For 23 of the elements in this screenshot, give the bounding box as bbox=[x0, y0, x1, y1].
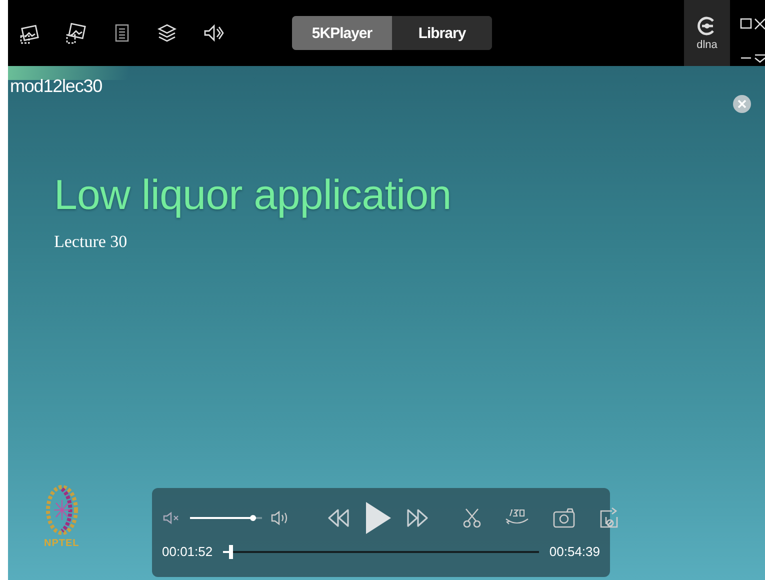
maximize-icon[interactable] bbox=[740, 18, 752, 30]
layers-icon[interactable] bbox=[156, 22, 178, 44]
slide-heading: Low liquor application bbox=[54, 172, 452, 218]
speaker-icon[interactable] bbox=[202, 22, 224, 44]
play-icon[interactable] bbox=[364, 501, 392, 535]
speed-icon[interactable] bbox=[598, 507, 620, 529]
rewind-icon[interactable] bbox=[326, 507, 352, 529]
elapsed-time: 00:01:52 bbox=[162, 544, 213, 559]
wheel-logo-icon bbox=[44, 484, 79, 536]
slide-subheading: Lecture 30 bbox=[54, 232, 128, 252]
close-icon[interactable] bbox=[754, 18, 765, 30]
duration-time: 00:54:39 bbox=[549, 544, 600, 559]
picture-frame-icon[interactable] bbox=[20, 22, 42, 44]
tab[interactable]: Library bbox=[392, 16, 492, 50]
volume-icon[interactable] bbox=[270, 510, 290, 526]
picture-frame-icon[interactable] bbox=[66, 22, 88, 44]
scissors-icon[interactable] bbox=[462, 507, 482, 529]
video-title: mod12lec30 bbox=[10, 76, 102, 97]
camera-icon[interactable] bbox=[552, 507, 576, 529]
logo-text: NPTEL bbox=[44, 538, 80, 549]
tab[interactable]: 5KPlayer bbox=[292, 16, 392, 50]
fast-forward-icon[interactable] bbox=[404, 507, 430, 529]
dlna-button[interactable]: dlna bbox=[684, 0, 730, 66]
